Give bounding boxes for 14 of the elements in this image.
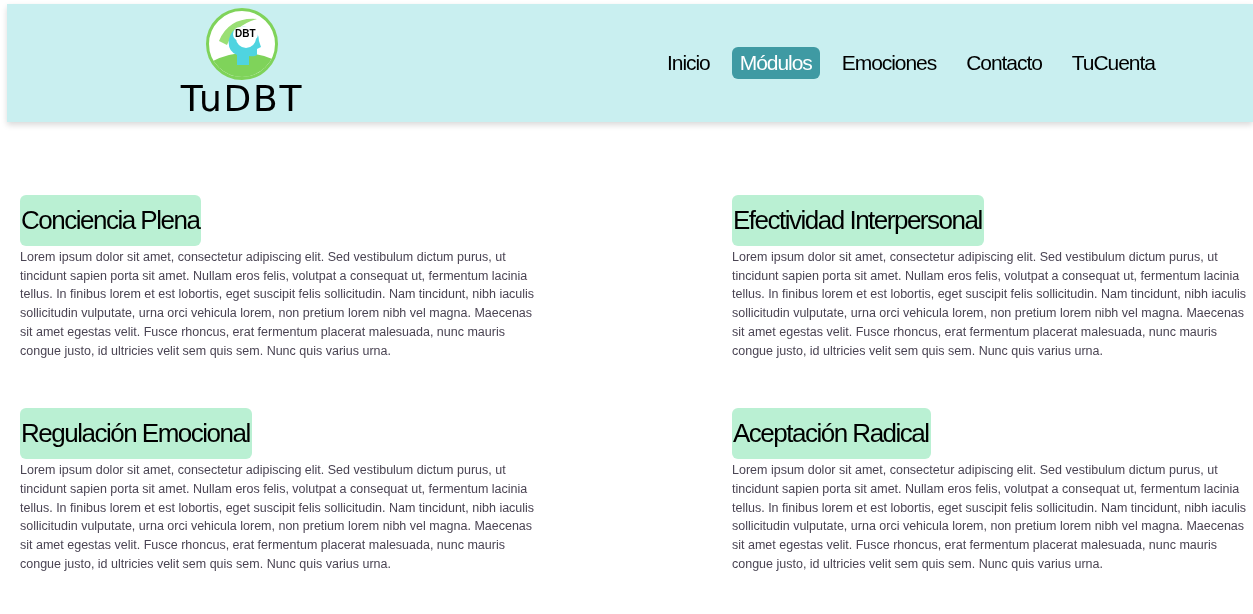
nav-link[interactable]: TuCuenta xyxy=(1071,47,1155,79)
module-description: Lorem ipsum dolor sit amet, consectetur adipiscing elit. Sed vestibulum dictum purus, ut tincidunt sapien porta sit amet. Nullam eros felis, volutpat a consequat ut, fermentum lacinia tellus. In finibus lorem et est lobortis, eget suscipit felis sollicitudin. Nam tincidunt, nibh iaculis sollicitudin vulputate, urna orci vehicula lorem, non pretium lorem nibh vel magna. Maecenas sit amet egestas velit. Fusce rhoncus, erat fermentum placerat malesuada, nunc mauris congue justo, id ultricies velit sem quis sem. Nunc quis varius urna. xyxy=(20,462,536,573)
module-heading: Regulación Emocional xyxy=(20,408,252,460)
module-heading: Efectividad Interpersonal xyxy=(732,195,984,246)
logo-badge-text: DBT xyxy=(233,27,258,41)
module-description: Lorem ipsum dolor sit amet, consectetur adipiscing elit. Sed vestibulum dictum purus, ut tincidunt sapien porta sit amet. Nullam eros felis, volutpat a consequat ut, fermentum lacinia tellus. In finibus lorem et est lobortis, eget suscipit felis sollicitudin. Nam tincidunt, nibh iaculis sollicitudin vulputate, urna orci vehicula lorem, non pretium lorem nibh vel magna. Maecenas sit amet egestas velit. Fusce rhoncus, erat fermentum placerat malesuada, nunc mauris congue justo, id ultricies velit sem quis sem. Nunc quis varius urna. xyxy=(732,462,1248,573)
logo-text[interactable]: TuDBT xyxy=(180,80,304,118)
module-heading: Aceptación Radical xyxy=(732,408,931,460)
module-heading: Conciencia Plena xyxy=(20,195,202,246)
nav-link[interactable]: Contacto xyxy=(966,47,1042,79)
module-description: Lorem ipsum dolor sit amet, consectetur adipiscing elit. Sed vestibulum dictum purus, ut tincidunt sapien porta sit amet. Nullam eros felis, volutpat a consequat ut, fermentum lacinia tellus. In finibus lorem et est lobortis, eget suscipit felis sollicitudin. Nam tincidunt, nibh iaculis sollicitudin vulputate, urna orci vehicula lorem, non pretium lorem nibh vel magna. Maecenas sit amet egestas velit. Fusce rhoncus, erat fermentum placerat malesuada, nunc mauris congue justo, id ultricies velit sem quis sem. Nunc quis varius urna. xyxy=(732,249,1248,360)
nav-link[interactable]: Inicio xyxy=(667,47,710,79)
module-description: Lorem ipsum dolor sit amet, consectetur adipiscing elit. Sed vestibulum dictum purus, ut tincidunt sapien porta sit amet. Nullam eros felis, volutpat a consequat ut, fermentum lacinia tellus. In finibus lorem et est lobortis, eget suscipit felis sollicitudin. Nam tincidunt, nibh iaculis sollicitudin vulputate, urna orci vehicula lorem, non pretium lorem nibh vel magna. Maecenas sit amet egestas velit. Fusce rhoncus, erat fermentum placerat malesuada, nunc mauris congue justo, id ultricies velit sem quis sem. Nunc quis varius urna. xyxy=(20,249,536,360)
nav-link[interactable]: Emociones xyxy=(841,47,937,79)
